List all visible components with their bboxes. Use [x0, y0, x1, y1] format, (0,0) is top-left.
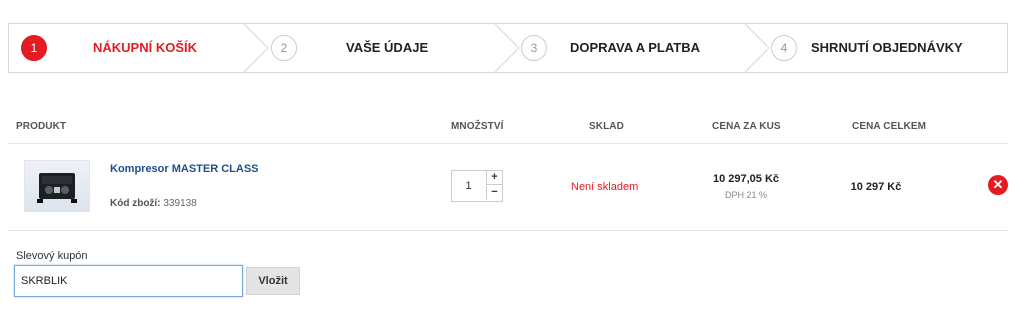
- product-code-value: 339138: [163, 198, 197, 209]
- step-shipping[interactable]: 3 DOPRAVA A PLATBA: [521, 24, 751, 72]
- quantity-decrease-button[interactable]: −: [486, 186, 502, 200]
- step-summary[interactable]: 4 SHRNUTÍ OBJEDNÁVKY: [771, 24, 1007, 72]
- apply-coupon-button[interactable]: Vložit: [246, 267, 300, 295]
- step-label-summary: SHRNUTÍ OBJEDNÁVKY: [811, 40, 963, 55]
- step-details[interactable]: 2 VAŠE ÚDAJE: [271, 24, 501, 72]
- checkout-steps: 1 NÁKUPNÍ KOŠÍK 2 VAŠE ÚDAJE 3 DOPRAVA A…: [8, 23, 1008, 73]
- step-divider-icon: [744, 24, 770, 72]
- step-cart[interactable]: 1 NÁKUPNÍ KOŠÍK: [21, 24, 251, 72]
- header-total-price: CENA CELKEM: [852, 121, 927, 132]
- product-image[interactable]: [24, 160, 90, 212]
- coupon-label: Slevový kupón: [16, 250, 88, 262]
- step-number-2: 2: [271, 35, 297, 61]
- header-quantity: MNOŽSTVÍ: [451, 121, 504, 132]
- product-code: Kód zboží: 339138: [110, 198, 197, 209]
- step-label-shipping: DOPRAVA A PLATBA: [570, 40, 700, 55]
- step-number-4: 4: [771, 35, 797, 61]
- unit-price: 10 297,05 Kč: [712, 173, 780, 185]
- product-name-link[interactable]: Kompresor MASTER CLASS: [110, 163, 259, 175]
- quantity-stepper: 1 + −: [451, 170, 503, 202]
- quantity-increase-button[interactable]: +: [486, 171, 502, 185]
- header-unit-price: CENA ZA KUS: [712, 121, 781, 132]
- vat-rate: DPH 21 %: [724, 190, 768, 200]
- step-label-cart: NÁKUPNÍ KOŠÍK: [93, 40, 198, 55]
- stock-status: Není skladem: [571, 181, 639, 193]
- product-code-label: Kód zboží:: [110, 198, 161, 209]
- header-stock: SKLAD: [589, 121, 624, 132]
- step-number-1: 1: [21, 35, 47, 61]
- close-icon: ✕: [992, 177, 1004, 192]
- header-product: PRODUKT: [16, 121, 67, 132]
- total-price: 10 297 Kč: [850, 181, 902, 193]
- header-divider: [8, 143, 1008, 144]
- row-divider: [8, 230, 1008, 231]
- remove-item-button[interactable]: ✕: [988, 175, 1008, 195]
- quantity-input[interactable]: 1: [452, 171, 485, 201]
- step-label-details: VAŠE ÚDAJE: [346, 40, 429, 55]
- step-number-3: 3: [521, 35, 547, 61]
- step-divider-icon: [243, 24, 269, 72]
- step-divider-icon: [494, 24, 520, 72]
- compressor-image-icon: [37, 173, 77, 203]
- coupon-input[interactable]: [14, 265, 243, 297]
